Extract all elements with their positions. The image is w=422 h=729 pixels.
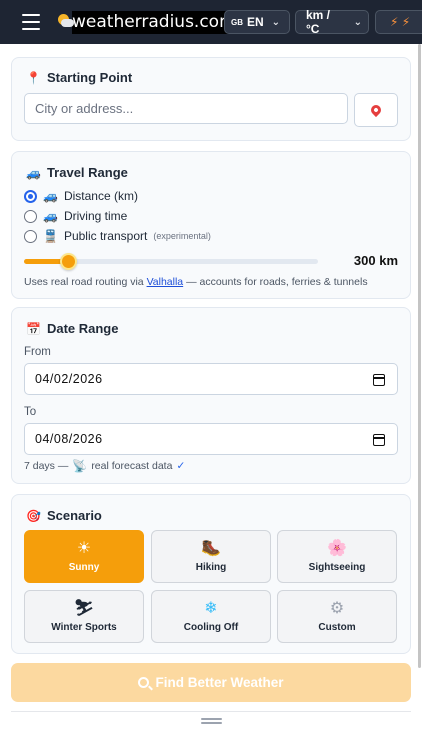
units-label: km / °C [306, 8, 331, 36]
lightning-icon: ⚡ ⚡ [390, 15, 411, 29]
scenario-sightseeing[interactable]: 🌸 Sightseeing [277, 530, 397, 583]
to-label: To [24, 406, 37, 418]
from-date-value: 04/02/2026 [35, 372, 103, 386]
brand-logo[interactable]: weatherradius.com [58, 10, 238, 34]
drag-handle-icon[interactable] [201, 718, 222, 724]
gear-icon: ⚙ [329, 599, 345, 617]
radio-circle[interactable] [24, 229, 37, 243]
brand-name: weatherradius.com [72, 10, 238, 34]
hint-text: — accounts for roads, ferries & tunnels [183, 276, 368, 288]
hiking-boot-icon: 🥾 [201, 539, 221, 557]
tile-label: Sunny [68, 561, 100, 573]
cta-label: Find Better Weather [155, 675, 284, 690]
to-date-input[interactable]: 04/08/2026 [24, 423, 398, 455]
date-range-card: 📅 Date Range From 04/02/2026 To 04/08/20… [11, 307, 411, 484]
search-icon [138, 677, 150, 688]
scenario-sunny[interactable]: ☀ Sunny [24, 530, 144, 583]
language-select[interactable]: GB EN ⌄ [224, 10, 290, 34]
pin-icon: 📍 [26, 70, 41, 85]
flag-icon: GB [231, 17, 243, 27]
car-icon: 🚙 [43, 209, 58, 223]
starting-point-card: 📍 Starting Point [11, 57, 411, 141]
energy-button[interactable]: ⚡ ⚡ [375, 10, 422, 34]
radio-circle[interactable] [24, 209, 37, 223]
travel-range-label: Travel Range [46, 165, 128, 180]
scenario-title: 🎯 Scenario [26, 508, 102, 523]
scenario-cooling-off[interactable]: ❄ Cooling Off [151, 590, 271, 643]
skier-icon: ⛷ [73, 599, 95, 617]
valhalla-link[interactable]: Valhalla [147, 276, 184, 288]
experimental-note: (experimental) [153, 231, 211, 241]
routing-hint: Uses real road routing via Valhalla — ac… [24, 276, 368, 288]
to-date-value: 04/08/2026 [35, 432, 103, 446]
car-icon: 🚙 [43, 189, 58, 203]
forecast-summary: 7 days — 📡 real forecast data ✓ [24, 460, 185, 472]
target-icon: 🎯 [26, 508, 41, 523]
date-range-label: Date Range [46, 321, 119, 336]
scenario-winter-sports[interactable]: ⛷ Winter Sports [24, 590, 144, 643]
tile-label: Winter Sports [51, 621, 117, 633]
address-input[interactable] [24, 93, 348, 124]
radio-distance[interactable]: 🚙 Distance (km) [24, 189, 138, 203]
radio-driving-time[interactable]: 🚙 Driving time [24, 209, 127, 223]
hint-text: Uses real road routing via [24, 276, 147, 288]
slider-thumb[interactable] [60, 253, 78, 270]
range-value: 300 km [353, 253, 398, 268]
tile-label: Hiking [195, 561, 227, 573]
from-date-input[interactable]: 04/02/2026 [24, 363, 398, 395]
radio-public-transport[interactable]: 🚆 Public transport (experimental) [24, 229, 211, 243]
sun-icon: ☀ [76, 539, 92, 557]
divider [11, 711, 411, 712]
date-range-title: 📅 Date Range [26, 321, 118, 336]
menu-icon[interactable] [22, 14, 40, 30]
day-count: 7 days — [24, 460, 69, 472]
calendar-picker-icon[interactable] [373, 374, 385, 386]
sun-cloud-icon [58, 14, 74, 30]
train-icon: 🚆 [43, 229, 58, 243]
starting-point-title: 📍 Starting Point [26, 70, 132, 85]
map-pin-icon [368, 102, 384, 118]
check-icon: ✓ [176, 460, 186, 472]
radio-label: Public transport [63, 229, 148, 243]
tile-label: Custom [318, 621, 356, 633]
language-label: EN [247, 15, 264, 29]
forecast-label: real forecast data [91, 460, 173, 472]
use-location-button[interactable] [354, 93, 398, 127]
radio-label: Driving time [63, 209, 128, 223]
calendar-picker-icon[interactable] [373, 434, 385, 446]
travel-range-card: 🚙 Travel Range 🚙 Distance (km) 🚙 Driving… [11, 151, 411, 299]
scenario-custom[interactable]: ⚙ Custom [277, 590, 397, 643]
radio-circle[interactable] [24, 189, 37, 203]
scrollbar[interactable] [418, 44, 421, 668]
scenario-card: 🎯 Scenario ☀ Sunny 🥾 Hiking 🌸 Sightseein… [11, 494, 411, 654]
tile-label: Sightseeing [308, 561, 366, 573]
snowflake-icon: ❄ [204, 599, 218, 617]
starting-point-label: Starting Point [46, 70, 133, 85]
travel-range-title: 🚙 Travel Range [26, 165, 128, 180]
satellite-icon: 📡 [72, 459, 88, 473]
tile-label: Cooling Off [183, 621, 239, 633]
chevron-down-icon: ⌄ [271, 16, 281, 28]
from-label: From [24, 346, 51, 358]
units-select[interactable]: km / °C ⌄ [295, 8, 369, 36]
chevron-down-icon: ⌄ [353, 16, 362, 28]
find-better-weather-button[interactable]: Find Better Weather [11, 663, 411, 702]
range-slider[interactable] [24, 253, 318, 270]
radio-label: Distance (km) [63, 189, 138, 203]
top-bar: weatherradius.com GB EN ⌄ km / °C ⌄ ⚡ ⚡ [0, 0, 422, 44]
car-icon: 🚙 [26, 165, 41, 180]
scenario-label: Scenario [46, 508, 102, 523]
flower-icon: 🌸 [327, 539, 347, 557]
scenario-hiking[interactable]: 🥾 Hiking [151, 530, 271, 583]
calendar-icon: 📅 [26, 321, 41, 336]
